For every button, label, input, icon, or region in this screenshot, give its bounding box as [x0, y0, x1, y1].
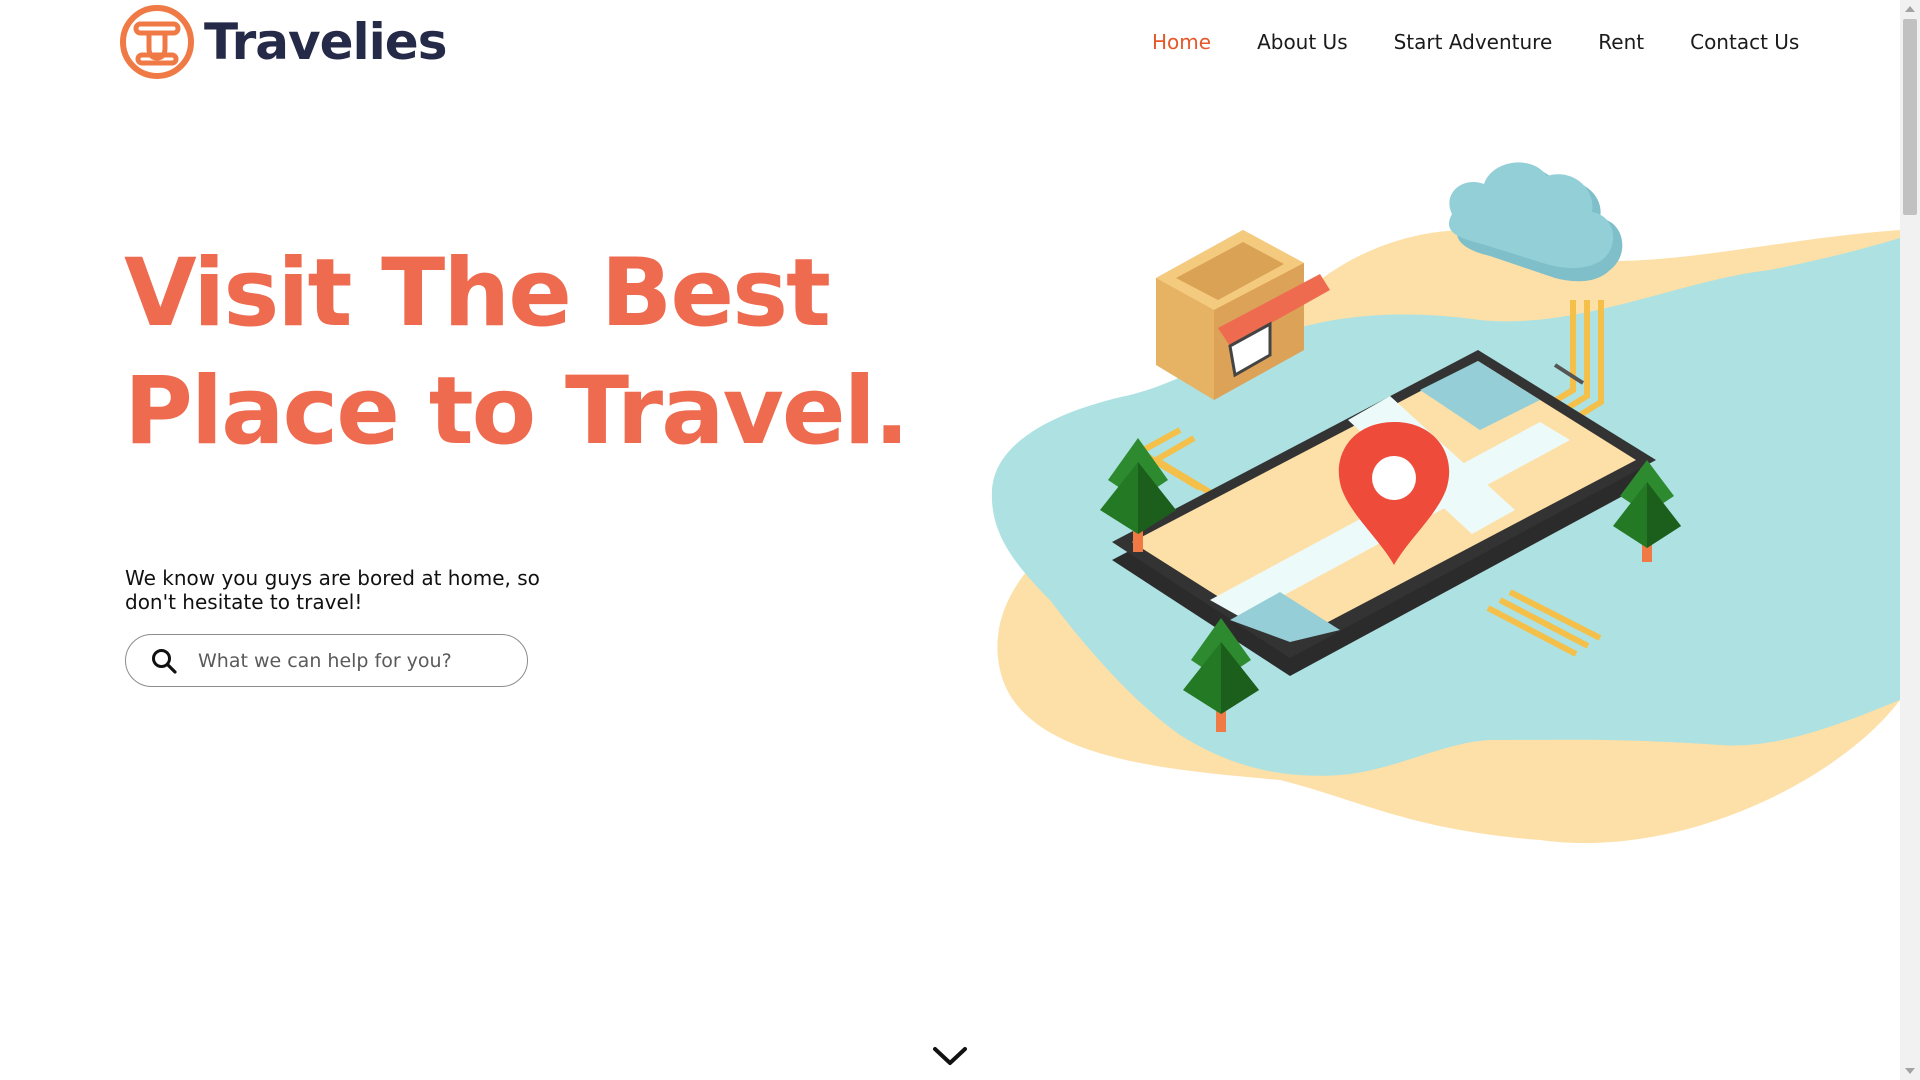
vertical-scrollbar[interactable] — [1900, 0, 1920, 1080]
scroll-up-arrow-icon[interactable] — [1905, 6, 1915, 12]
brand-name: Travelies — [204, 13, 447, 71]
page: Travelies Home About Us Start Adventure … — [0, 0, 1900, 1080]
hero-subtitle: We know you guys are bored at home, so d… — [125, 566, 540, 614]
search-input[interactable] — [198, 649, 498, 672]
scroll-down-arrow-icon[interactable] — [1905, 1068, 1915, 1074]
scrollbar-thumb[interactable] — [1903, 19, 1917, 215]
nav-item-home[interactable]: Home — [1152, 30, 1211, 54]
nav-item-contact-us[interactable]: Contact Us — [1690, 30, 1799, 54]
nav-item-about-us[interactable]: About Us — [1257, 30, 1348, 54]
search-icon[interactable] — [150, 647, 178, 675]
nav-item-start-adventure[interactable]: Start Adventure — [1394, 30, 1553, 54]
chevron-down-icon[interactable] — [931, 1044, 969, 1068]
travelies-logo-icon — [120, 5, 194, 79]
hero-title-line-1: Visit The Best — [124, 239, 831, 348]
hero-title-line-2: Place to Travel. — [124, 357, 910, 466]
hero-title: Visit The Best Place to Travel. — [124, 235, 910, 471]
nav-item-rent[interactable]: Rent — [1598, 30, 1644, 54]
brand-logo[interactable]: Travelies — [119, 4, 447, 80]
search-box[interactable] — [125, 634, 528, 687]
hero-illustration — [991, 162, 1900, 844]
main-nav: Home About Us Start Adventure Rent Conta… — [1152, 30, 1799, 54]
